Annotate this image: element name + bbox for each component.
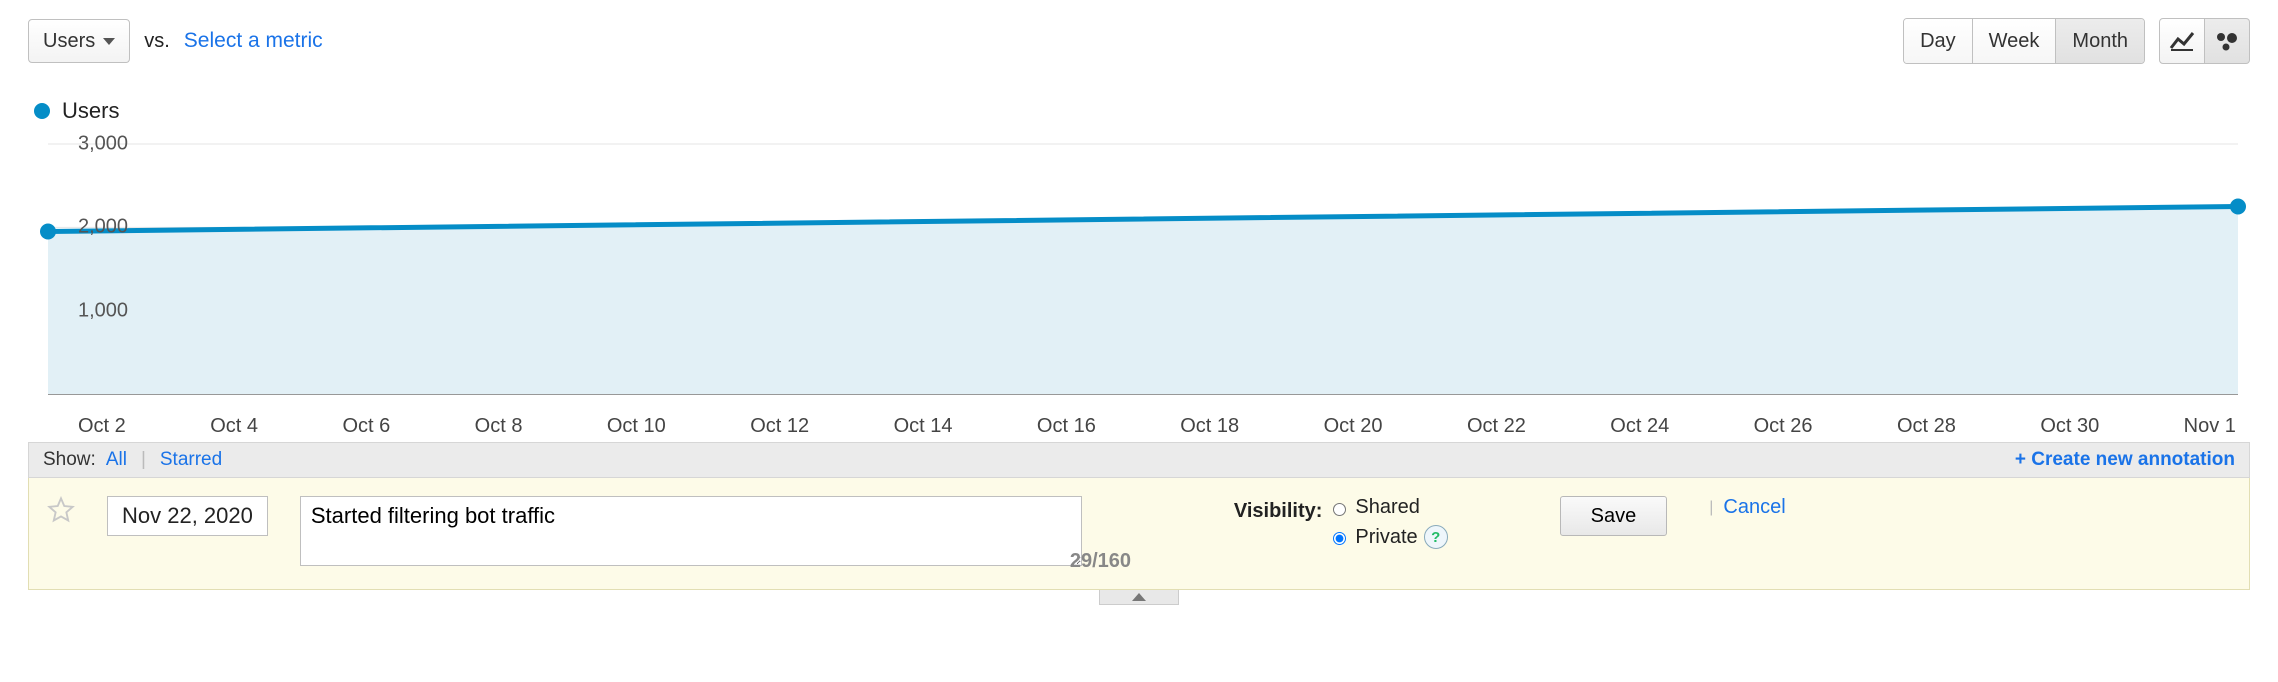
visibility-private-radio[interactable] (1333, 532, 1346, 545)
x-tick: Nov 1 (2184, 415, 2236, 438)
primary-metric-label: Users (43, 30, 95, 53)
x-tick: Oct 22 (1467, 415, 1526, 438)
line-chart-icon-button[interactable] (2159, 18, 2205, 64)
visibility-shared-option[interactable]: Shared (1328, 496, 1447, 519)
annotation-editor: Nov 22, 2020 29/160 Visibility: Shared P… (28, 478, 2250, 590)
help-icon[interactable]: ? (1424, 525, 1448, 549)
x-tick: Oct 26 (1754, 415, 1813, 438)
create-annotation-link[interactable]: + Create new annotation (2015, 449, 2235, 471)
visibility-private-label: Private (1355, 526, 1417, 549)
y-tick-3000: 3,000 (78, 133, 128, 156)
y-tick-1000: 1,000 (78, 299, 128, 322)
x-axis-labels: Oct 2 Oct 4 Oct 6 Oct 8 Oct 10 Oct 12 Oct 14 Oc… (28, 415, 2250, 438)
x-tick: Oct 28 (1897, 415, 1956, 438)
select-metric-link[interactable]: Select a metric (184, 29, 323, 53)
star-icon[interactable] (47, 496, 75, 524)
x-tick: Oct 10 (607, 415, 666, 438)
x-tick: Oct 20 (1324, 415, 1383, 438)
visibility-label: Visibility: (1234, 500, 1323, 523)
chart-svg (38, 134, 2248, 404)
visibility-private-option[interactable]: Private ? (1328, 525, 1447, 549)
x-tick: Oct 30 (2040, 415, 2099, 438)
legend-label: Users (62, 98, 119, 124)
x-tick: Oct 2 (78, 415, 126, 438)
show-all-link[interactable]: All (106, 449, 127, 471)
visibility-shared-radio[interactable] (1333, 503, 1346, 516)
vs-label: vs. (144, 30, 170, 53)
x-tick: Oct 6 (342, 415, 390, 438)
chevron-down-icon (103, 38, 115, 45)
annotation-date-input[interactable]: Nov 22, 2020 (107, 496, 268, 536)
save-button[interactable]: Save (1560, 496, 1668, 536)
char-count: 29/160 (1070, 550, 1131, 573)
x-tick: Oct 24 (1610, 415, 1669, 438)
chart-legend: Users (34, 98, 2250, 124)
annotations-toolbar: Show: All | Starred + Create new annotat… (28, 442, 2250, 478)
granularity-day[interactable]: Day (1904, 19, 1972, 63)
chart-type-toggle (2159, 18, 2250, 64)
visibility-shared-label: Shared (1355, 496, 1420, 519)
show-starred-link[interactable]: Starred (160, 449, 222, 471)
show-label: Show: (43, 449, 96, 471)
x-tick: Oct 18 (1180, 415, 1239, 438)
x-tick: Oct 8 (475, 415, 523, 438)
granularity-month[interactable]: Month (2055, 19, 2144, 63)
y-tick-2000: 2,000 (78, 216, 128, 239)
users-line-chart: 3,000 2,000 1,000 Oct 2Oct 4Oct 6Oct 8Oc… (28, 134, 2250, 438)
annotations-drawer-handle[interactable] (1099, 590, 1179, 605)
x-tick: Oct 14 (894, 415, 953, 438)
chevron-up-icon (1132, 593, 1146, 601)
primary-metric-dropdown[interactable]: Users (28, 19, 130, 63)
annotation-text-input[interactable] (300, 496, 1082, 566)
divider: | (1709, 499, 1713, 517)
x-tick: Oct 12 (750, 415, 809, 438)
divider: | (141, 449, 146, 471)
x-tick: Oct 4 (210, 415, 258, 438)
x-tick: Oct 16 (1037, 415, 1096, 438)
cancel-link[interactable]: Cancel (1723, 496, 1785, 519)
line-chart-icon (2169, 30, 2195, 52)
legend-dot-icon (34, 103, 50, 119)
granularity-toggle: Day Week Month (1903, 18, 2145, 64)
annotations-drawer-handle-row (28, 590, 2250, 604)
motion-chart-icon-button[interactable] (2205, 18, 2250, 64)
bubble-chart-icon (2214, 30, 2240, 52)
granularity-week[interactable]: Week (1972, 19, 2056, 63)
metric-controls-row: Users vs. Select a metric Day Week Month (28, 18, 2250, 64)
